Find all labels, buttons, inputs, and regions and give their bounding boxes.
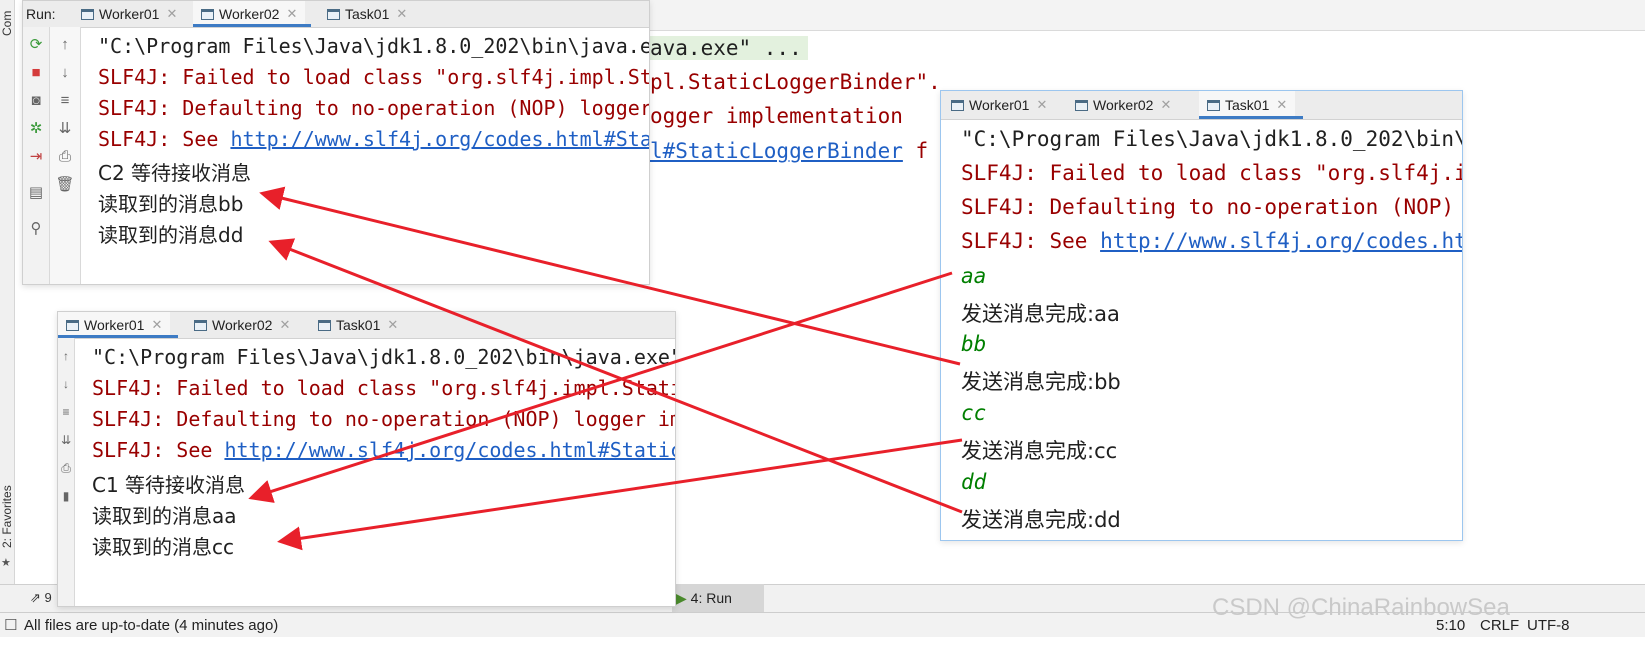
csdn-watermark: CSDN @ChinaRainbowSea [1212, 594, 1510, 621]
arrow-aa [248, 271, 953, 503]
annotation-arrows [248, 186, 963, 551]
arrow-dd [268, 238, 963, 514]
